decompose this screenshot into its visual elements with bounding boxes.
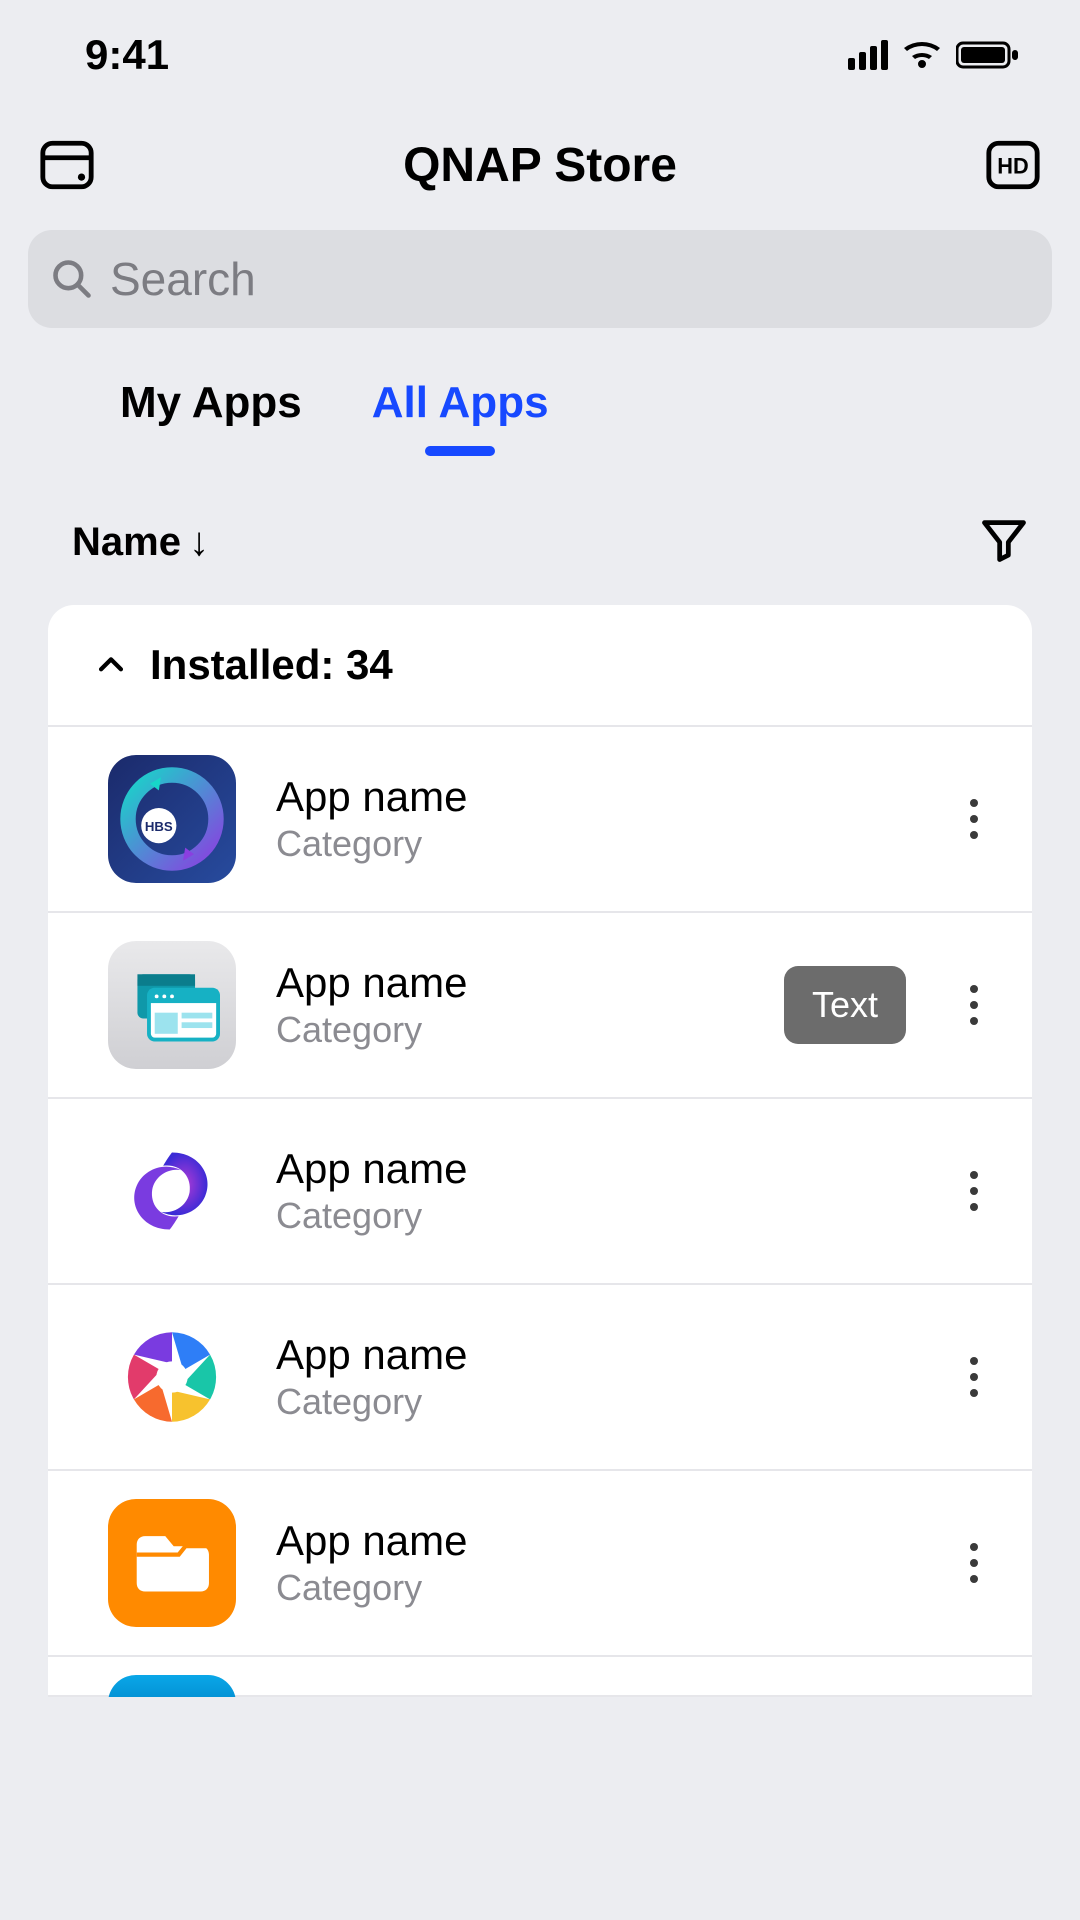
page-title: QNAP Store bbox=[102, 138, 978, 193]
more-button[interactable] bbox=[946, 1515, 1002, 1611]
filter-button[interactable] bbox=[978, 514, 1030, 571]
app-icon-swirl bbox=[108, 1127, 236, 1255]
chevron-up-icon bbox=[94, 648, 128, 682]
svg-text:HD: HD bbox=[997, 153, 1028, 178]
sidebar-button[interactable] bbox=[32, 130, 102, 200]
nav-bar: QNAP Store HD bbox=[0, 110, 1080, 220]
app-category: Category bbox=[276, 1381, 906, 1423]
status-right bbox=[848, 40, 1020, 70]
app-name: App name bbox=[276, 959, 744, 1007]
sort-row: Name ↓ bbox=[0, 454, 1080, 605]
app-icon-hbs: HBS bbox=[108, 755, 236, 883]
sort-direction-icon: ↓ bbox=[189, 520, 209, 565]
app-category: Category bbox=[276, 823, 906, 865]
search-icon bbox=[50, 257, 94, 301]
more-vertical-icon bbox=[969, 1169, 979, 1213]
app-text: App name Category bbox=[276, 1517, 906, 1609]
more-vertical-icon bbox=[969, 797, 979, 841]
app-icon-shutter bbox=[108, 1313, 236, 1441]
more-vertical-icon bbox=[969, 983, 979, 1027]
wifi-icon bbox=[902, 40, 942, 70]
app-name: App name bbox=[276, 1517, 906, 1565]
app-category: Category bbox=[276, 1195, 906, 1237]
more-vertical-icon bbox=[969, 1355, 979, 1399]
search-container bbox=[0, 220, 1080, 328]
section-installed-label: Installed: 34 bbox=[150, 641, 393, 689]
app-icon-partial bbox=[108, 1675, 236, 1697]
cellular-icon bbox=[848, 40, 888, 70]
more-button[interactable] bbox=[946, 1143, 1002, 1239]
app-row[interactable]: HBS App name Category bbox=[48, 727, 1032, 913]
app-text: App name Category bbox=[276, 959, 744, 1051]
more-vertical-icon bbox=[969, 1541, 979, 1585]
search-field[interactable] bbox=[28, 230, 1052, 328]
sort-label-text: Name bbox=[72, 520, 181, 565]
battery-icon bbox=[956, 40, 1020, 70]
app-name: App name bbox=[276, 1145, 906, 1193]
app-row[interactable] bbox=[48, 1657, 1032, 1697]
app-text: App name Category bbox=[276, 773, 906, 865]
status-time: 9:41 bbox=[85, 31, 169, 79]
tabs: My Apps All Apps bbox=[0, 328, 1080, 454]
more-button[interactable] bbox=[946, 957, 1002, 1053]
svg-text:HBS: HBS bbox=[145, 819, 173, 834]
search-input[interactable] bbox=[110, 252, 1030, 306]
status-bar: 9:41 bbox=[0, 0, 1080, 110]
app-list: Installed: 34 HBS App name Category App … bbox=[48, 605, 1032, 1697]
section-installed-header[interactable]: Installed: 34 bbox=[48, 605, 1032, 727]
app-icon-browser bbox=[108, 941, 236, 1069]
app-badge[interactable]: Text bbox=[784, 966, 906, 1044]
hd-icon: HD bbox=[984, 136, 1042, 194]
app-category: Category bbox=[276, 1567, 906, 1609]
panel-icon bbox=[38, 136, 96, 194]
more-button[interactable] bbox=[946, 771, 1002, 867]
app-icon-folder bbox=[108, 1499, 236, 1627]
app-row[interactable]: App name Category Text bbox=[48, 913, 1032, 1099]
app-row[interactable]: App name Category bbox=[48, 1471, 1032, 1657]
app-row[interactable]: App name Category bbox=[48, 1285, 1032, 1471]
tab-all-apps[interactable]: All Apps bbox=[372, 378, 549, 454]
app-text: App name Category bbox=[276, 1331, 906, 1423]
tab-my-apps[interactable]: My Apps bbox=[120, 378, 302, 454]
more-button[interactable] bbox=[946, 1329, 1002, 1425]
app-name: App name bbox=[276, 773, 906, 821]
funnel-icon bbox=[978, 514, 1030, 566]
app-text: App name Category bbox=[276, 1145, 906, 1237]
sort-button[interactable]: Name ↓ bbox=[72, 520, 209, 565]
app-name: App name bbox=[276, 1331, 906, 1379]
app-category: Category bbox=[276, 1009, 744, 1051]
hd-button[interactable]: HD bbox=[978, 130, 1048, 200]
app-row[interactable]: App name Category bbox=[48, 1099, 1032, 1285]
